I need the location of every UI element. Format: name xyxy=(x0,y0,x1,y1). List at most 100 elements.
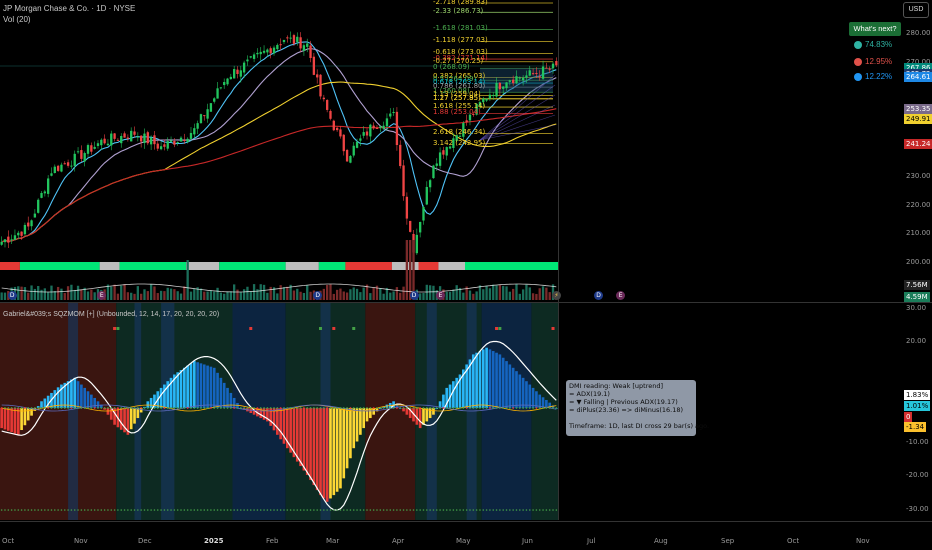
fib-level-label: 1.88 (253.04) xyxy=(433,108,481,117)
bottom-dot-117 xyxy=(389,509,392,511)
candle-body-1 xyxy=(3,239,7,243)
squeeze-dot-67 xyxy=(223,407,226,409)
squeeze-dot-154 xyxy=(512,407,515,409)
bottom-dot-91 xyxy=(303,509,305,511)
squeeze-dot-127 xyxy=(422,407,425,409)
alert-icon: ⚡ xyxy=(552,291,561,300)
squeeze-dot-66 xyxy=(219,407,222,409)
fib-level-label: -2.718 (289.83) xyxy=(433,0,488,6)
candle-body-123 xyxy=(409,220,412,232)
volume-bar-163 xyxy=(541,286,545,300)
bottom-dot-164 xyxy=(545,509,548,511)
trend-strip-segment-10 xyxy=(418,262,439,270)
volume-bar-39 xyxy=(130,292,133,300)
bottom-dot-150 xyxy=(499,509,501,511)
squeeze-dot-109 xyxy=(362,407,365,409)
oscillator-histogram-bar-79 xyxy=(262,408,266,420)
bottom-dot-130 xyxy=(432,509,435,511)
candle-body-78 xyxy=(259,51,262,55)
candle-body-118 xyxy=(392,112,395,114)
volume-bar-83 xyxy=(276,293,279,300)
squeeze-dot-107 xyxy=(356,407,358,409)
volume-bar-63 xyxy=(209,290,213,300)
oscillator-histogram-bar-89 xyxy=(295,408,299,462)
bottom-dot-77 xyxy=(256,509,259,511)
price-axis-tick: 280.00 xyxy=(906,29,931,37)
trend-strip-segment-3 xyxy=(119,262,186,270)
squeeze-dot-71 xyxy=(236,407,239,409)
squeeze-dot-96 xyxy=(319,407,322,409)
bottom-dot-139 xyxy=(462,509,465,511)
squeeze-dot-134 xyxy=(445,407,448,409)
bottom-dot-20 xyxy=(67,509,69,511)
scenario-bullish-pct: 74.83% xyxy=(865,40,893,49)
candle-body-21 xyxy=(70,165,73,167)
bottom-dot-151 xyxy=(502,509,504,511)
trend-strip-segment-2 xyxy=(99,262,120,270)
bottom-dot-98 xyxy=(326,509,328,511)
squeeze-dot-82 xyxy=(273,407,275,409)
squeeze-dot-7 xyxy=(24,407,26,409)
candle-body-167 xyxy=(555,60,558,66)
squeeze-dot-13 xyxy=(43,407,46,409)
candle-body-108 xyxy=(359,138,362,141)
bottom-dot-115 xyxy=(382,509,385,511)
squeeze-dot-3 xyxy=(10,407,13,409)
volume-bar-42 xyxy=(139,293,143,300)
squeeze-dot-63 xyxy=(210,407,212,409)
bottom-dot-27 xyxy=(90,509,93,511)
volume-bar-44 xyxy=(146,291,149,300)
candle-body-80 xyxy=(266,49,269,53)
volume-bar-24 xyxy=(80,289,83,300)
volume-bar-121 xyxy=(402,286,405,300)
candle-body-35 xyxy=(116,139,120,141)
currency-button[interactable]: USD xyxy=(903,2,929,18)
candle-body-67 xyxy=(223,82,226,86)
candle-body-17 xyxy=(56,165,60,171)
squeeze-dot-57 xyxy=(190,407,192,409)
oscillator-histogram-bar-59 xyxy=(196,362,199,408)
candle-body-53 xyxy=(176,141,179,143)
candle-body-152 xyxy=(505,82,508,89)
oscillator-badge: 1.01% xyxy=(904,401,931,411)
oscillator-histogram-bar-99 xyxy=(329,408,332,499)
bottom-dot-104 xyxy=(346,509,348,511)
squeeze-dot-11 xyxy=(37,407,40,409)
candle-body-129 xyxy=(428,180,432,188)
oscillator-indicator-label[interactable]: Gabriel&#039;s SQZMOM [+] (Unbounded, 12… xyxy=(3,311,219,318)
price-axis-tick: 220.00 xyxy=(906,200,931,209)
candle-body-159 xyxy=(528,70,531,76)
dmi-line xyxy=(569,414,693,422)
squeeze-dot-32 xyxy=(107,407,109,409)
oscillator-histogram-bar-92 xyxy=(305,408,309,475)
volume-bar-73 xyxy=(242,289,246,300)
candle-body-128 xyxy=(425,186,428,205)
candle-body-83 xyxy=(276,44,279,50)
candle-body-156 xyxy=(518,77,521,79)
symbol-title[interactable]: JP Morgan Chase & Co. · 1D · NYSE xyxy=(3,4,135,13)
bottom-dot-133 xyxy=(442,509,445,511)
squeeze-dot-78 xyxy=(259,407,262,409)
squeeze-dot-135 xyxy=(449,407,451,409)
bottom-dot-154 xyxy=(512,509,514,511)
squeeze-dot-24 xyxy=(80,407,83,409)
candle-body-107 xyxy=(355,141,359,148)
squeeze-dot-74 xyxy=(246,407,249,409)
squeeze-dot-141 xyxy=(469,407,471,409)
whats-next-button[interactable]: What's next? xyxy=(849,22,901,36)
dmi-line: = ADX(19.1) xyxy=(569,390,610,398)
bottom-dot-72 xyxy=(240,509,242,511)
bottom-dot-157 xyxy=(522,509,524,511)
squeeze-dot-10 xyxy=(33,407,36,409)
bottom-dot-28 xyxy=(93,509,96,511)
bottom-dot-152 xyxy=(505,509,508,511)
volume-bar-109 xyxy=(362,287,365,300)
volume-bar-130 xyxy=(432,285,435,300)
candle-body-58 xyxy=(193,128,196,135)
squeeze-dot-156 xyxy=(518,407,521,409)
volume-bar-84 xyxy=(279,285,282,300)
candle-body-87 xyxy=(289,37,292,39)
volume-indicator-label[interactable]: Vol (20) xyxy=(3,15,31,24)
oscillator-axis-tick: 30.00 xyxy=(906,303,927,312)
candle-body-72 xyxy=(239,70,242,77)
